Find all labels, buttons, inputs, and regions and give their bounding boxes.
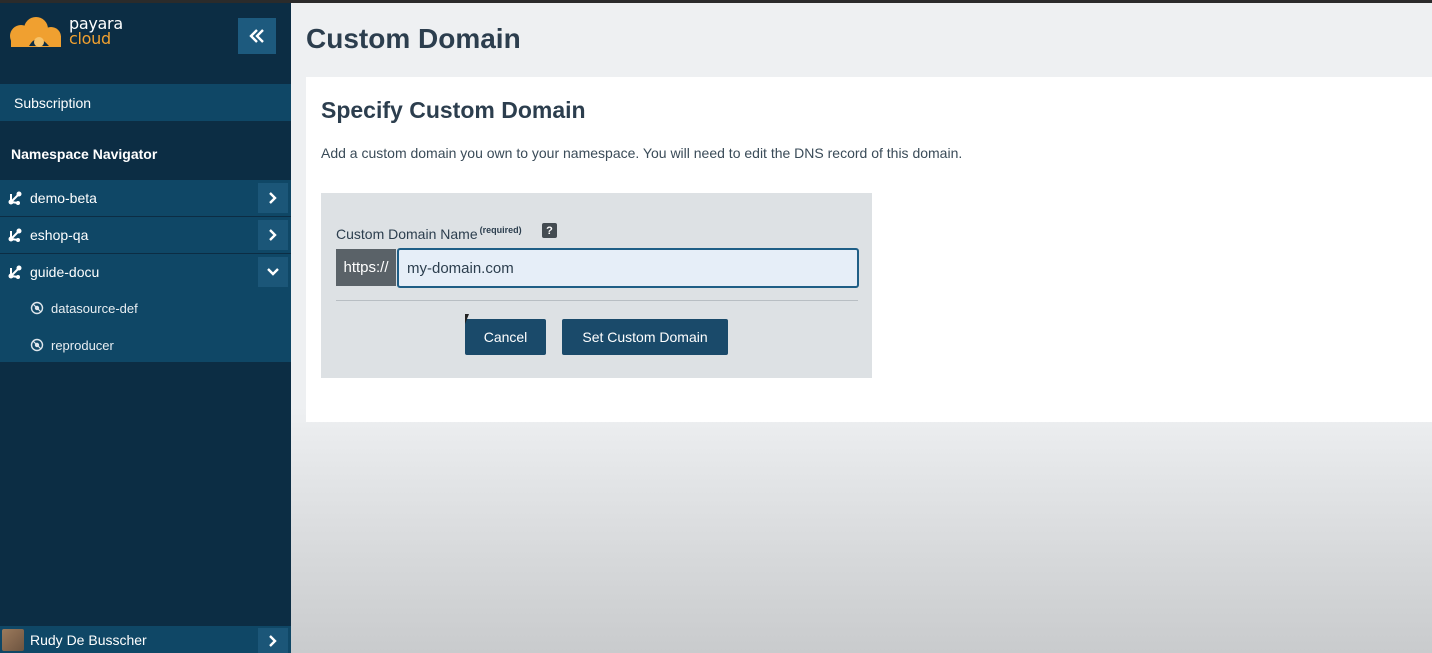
- chevron-right-icon: [269, 192, 277, 204]
- custom-domain-input[interactable]: [397, 248, 859, 288]
- subitem-label: reproducer: [51, 337, 114, 353]
- namespace-applications: datasource-def reproducer: [0, 290, 291, 362]
- namespace-label: guide-docu: [30, 264, 100, 280]
- panel-title: Specify Custom Domain: [321, 97, 586, 123]
- namespace-label: demo-beta: [30, 190, 97, 206]
- sidebar-item-eshop-qa[interactable]: eshop-qa: [0, 217, 291, 253]
- namespace-label: eshop-qa: [30, 227, 89, 243]
- url-prefix: https://: [336, 249, 396, 286]
- avatar: [2, 628, 24, 651]
- sidebar-item-demo-beta[interactable]: demo-beta: [0, 180, 291, 216]
- chevron-right-icon: [269, 634, 277, 647]
- field-label: Custom Domain Name (required): [336, 225, 522, 242]
- sidebar: payara cloud Subscription Namespace Navi…: [0, 0, 291, 653]
- payara-cloud-icon: [10, 17, 61, 47]
- mouse-pointer: [465, 314, 469, 324]
- subitem-label: datasource-def: [51, 300, 138, 316]
- divider: [336, 300, 858, 301]
- help-icon[interactable]: ?: [542, 223, 557, 238]
- custom-domain-form: Custom Domain Name (required) ? https:// …: [321, 193, 872, 378]
- panel-description: Add a custom domain you own to your name…: [321, 145, 963, 161]
- sidebar-subitem-reproducer[interactable]: reproducer: [30, 335, 114, 355]
- top-border: [0, 0, 1432, 3]
- expand-button[interactable]: [258, 183, 288, 213]
- collapse-button[interactable]: [258, 257, 288, 287]
- chevron-right-icon: [269, 229, 277, 241]
- set-custom-domain-button[interactable]: Set Custom Domain: [562, 319, 728, 355]
- application-icon: [30, 338, 44, 352]
- payara-cloud-logo[interactable]: payara cloud: [9, 14, 129, 54]
- brand-line2: cloud: [69, 29, 111, 48]
- sidebar-item-subscription[interactable]: Subscription: [0, 84, 291, 121]
- custom-domain-panel: Specify Custom Domain Add a custom domai…: [306, 77, 1432, 422]
- namespace-icon: [8, 191, 22, 205]
- namespace-icon: [8, 265, 22, 279]
- field-label-text: Custom Domain Name: [336, 226, 478, 242]
- application-icon: [30, 301, 44, 315]
- namespace-navigator-title: Namespace Navigator: [11, 146, 158, 162]
- expand-button[interactable]: [258, 220, 288, 250]
- user-name: Rudy De Busscher: [30, 631, 147, 648]
- namespace-icon: [8, 228, 22, 242]
- main-content: Custom Domain Specify Custom Domain Add …: [291, 3, 1432, 653]
- collapse-sidebar-button[interactable]: [238, 18, 276, 54]
- sidebar-subitem-datasource-def[interactable]: datasource-def: [30, 298, 138, 318]
- double-chevron-left-icon: [249, 29, 264, 43]
- required-marker: (required): [479, 225, 522, 235]
- sidebar-item-guide-docu[interactable]: guide-docu: [0, 254, 291, 290]
- page-title: Custom Domain: [306, 23, 521, 54]
- brand-wordmark: payara cloud: [69, 16, 123, 48]
- subscription-label: Subscription: [14, 94, 92, 111]
- cancel-button[interactable]: Cancel: [465, 319, 546, 355]
- chevron-down-icon: [267, 268, 279, 276]
- user-menu-expand-button[interactable]: [258, 628, 288, 653]
- user-menu[interactable]: Rudy De Busscher: [0, 626, 291, 653]
